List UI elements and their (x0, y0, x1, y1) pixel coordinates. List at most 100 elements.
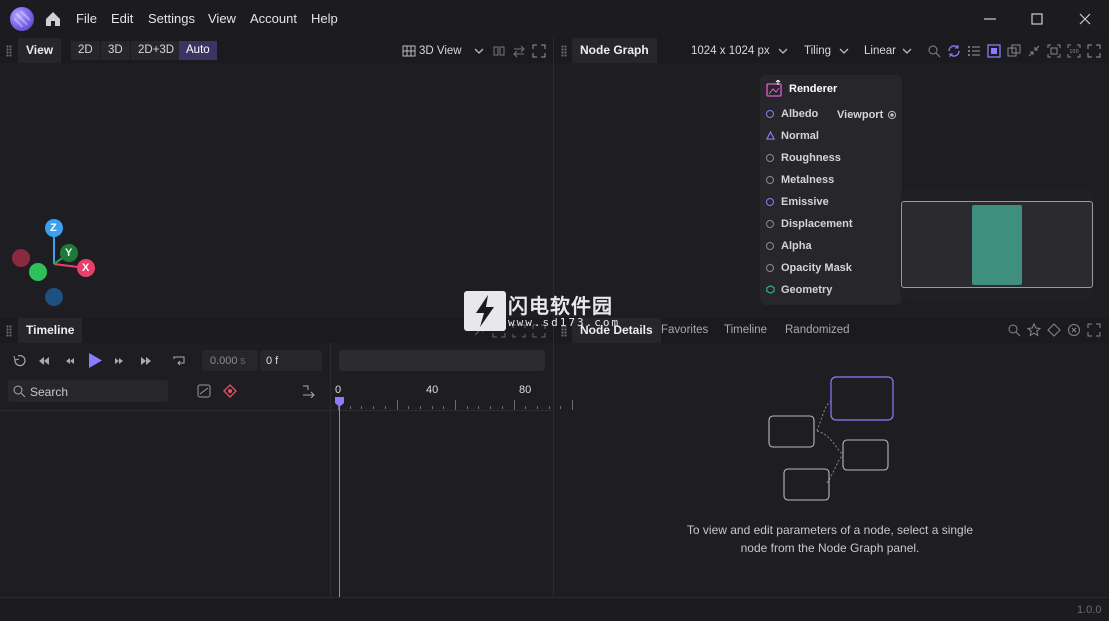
close-icon[interactable] (1075, 9, 1095, 29)
ruler-tick (536, 406, 538, 409)
skip-forward-icon[interactable] (139, 354, 153, 368)
collapse-icon[interactable] (1027, 44, 1041, 58)
navigator-node-preview (972, 205, 1022, 285)
timeline-track-divider (0, 410, 553, 411)
node-input-emissive[interactable]: Emissive (766, 196, 829, 214)
axis-neg-y-icon (29, 263, 47, 281)
empty-state-line-1: To view and edit parameters of a node, s… (686, 523, 974, 537)
maximize-icon[interactable] (1027, 9, 1047, 29)
ruler-tick (361, 406, 363, 409)
fullscreen-icon[interactable] (1087, 323, 1101, 337)
keyframe-icon[interactable] (223, 384, 237, 398)
fullscreen-icon[interactable] (1087, 44, 1101, 58)
fullscreen-icon[interactable] (532, 44, 546, 58)
curve-editor-icon[interactable] (197, 384, 211, 398)
play-icon[interactable] (87, 352, 103, 369)
drag-handle-icon[interactable] (6, 325, 12, 337)
app-logo-icon (10, 7, 34, 31)
chevron-down-icon[interactable] (900, 44, 914, 58)
list-icon[interactable] (967, 44, 981, 58)
node-input-metalness[interactable]: Metalness (766, 174, 834, 192)
diamond-icon[interactable] (1047, 323, 1061, 337)
grid-icon (402, 45, 416, 57)
search-input[interactable]: Search (30, 385, 68, 399)
view-select[interactable]: 3D View (419, 45, 462, 57)
timeline-divider[interactable] (330, 343, 331, 597)
node-input-normal[interactable]: Normal (765, 130, 819, 148)
node-input-alpha[interactable]: Alpha (766, 240, 812, 258)
ruler-tick (443, 406, 445, 409)
node-input-albedo[interactable]: Albedo (766, 108, 818, 126)
tab-view[interactable]: View (18, 38, 62, 63)
frame-all-icon[interactable] (1047, 44, 1061, 58)
tab-timeline-details[interactable]: Timeline (724, 324, 767, 336)
loop-icon[interactable] (172, 354, 186, 368)
menu-file[interactable]: File (76, 11, 97, 26)
tab-favorites[interactable]: Favorites (661, 324, 708, 336)
axis-x-label: X (82, 262, 90, 274)
ruler-tick (349, 406, 351, 409)
search-icon[interactable] (1007, 323, 1021, 337)
chevron-down-icon[interactable] (472, 44, 486, 58)
add-track-icon[interactable] (301, 384, 315, 398)
home-icon[interactable] (44, 10, 62, 28)
reset-icon[interactable] (12, 354, 26, 368)
ruler-tick (384, 406, 386, 409)
watermark-text: 闪电软件园 (508, 296, 613, 318)
interpolation-select[interactable]: Linear (864, 45, 896, 57)
watermark-url: www.sd173.com (508, 316, 621, 329)
ruler-tick (466, 406, 468, 409)
playhead-line (339, 407, 340, 597)
step-back-icon[interactable] (63, 354, 77, 368)
menu-account[interactable]: Account (250, 11, 297, 26)
mode-3d-button[interactable]: 3D (101, 41, 130, 60)
resolution-select[interactable]: 1024 x 1024 px (691, 45, 770, 57)
drag-handle-icon[interactable] (561, 45, 567, 57)
swap-icon[interactable] (512, 44, 526, 58)
panel-divider[interactable] (553, 38, 554, 318)
ruler-tick (396, 400, 398, 410)
chevron-down-icon[interactable] (776, 44, 790, 58)
step-forward-icon[interactable] (112, 354, 126, 368)
ruler-label-40: 40 (426, 384, 439, 396)
timeline-range-bar[interactable] (339, 350, 545, 371)
menu-settings[interactable]: Settings (148, 11, 195, 26)
mode-2d3d-button[interactable]: 2D+3D (131, 41, 182, 60)
tab-randomized[interactable]: Randomized (785, 324, 850, 336)
ruler-tick (513, 400, 515, 410)
tab-timeline[interactable]: Timeline (18, 318, 83, 343)
refresh-icon[interactable] (947, 44, 961, 58)
menu-help[interactable]: Help (311, 11, 338, 26)
preview-toggle-icon[interactable] (987, 44, 1001, 58)
star-icon[interactable] (1027, 323, 1041, 337)
node-input-opacity-mask[interactable]: Opacity Mask (766, 262, 852, 280)
layers-icon[interactable] (1007, 44, 1021, 58)
skip-back-icon[interactable] (37, 354, 51, 368)
drag-handle-icon[interactable] (6, 45, 12, 57)
status-bar (0, 598, 1109, 621)
ruler-tick (455, 400, 456, 410)
compare-icon[interactable] (492, 44, 506, 58)
minimize-icon[interactable] (980, 9, 1000, 29)
menu-edit[interactable]: Edit (111, 11, 133, 26)
watermark-logo (464, 291, 506, 331)
zoom-100-icon[interactable]: 100 (1067, 44, 1081, 58)
tiling-select[interactable]: Tiling (804, 45, 831, 57)
search-icon[interactable] (927, 44, 941, 58)
viewport-output-port-icon[interactable] (887, 110, 897, 120)
node-input-roughness[interactable]: Roughness (766, 152, 841, 170)
node-input-displacement[interactable]: Displacement (766, 218, 853, 236)
panel-divider[interactable] (553, 318, 554, 597)
timeline-ruler[interactable] (338, 400, 573, 410)
time-unit: s (240, 355, 246, 367)
tab-node-graph[interactable]: Node Graph (572, 38, 657, 63)
search-icon (13, 385, 26, 398)
renderer-icon (766, 80, 782, 97)
mode-2d-button[interactable]: 2D (71, 41, 100, 60)
axis-neg-z-icon (45, 288, 63, 306)
chevron-down-icon[interactable] (837, 44, 851, 58)
randomize-icon[interactable] (1067, 323, 1081, 337)
menu-view[interactable]: View (208, 11, 236, 26)
mode-auto-button[interactable]: Auto (179, 41, 217, 60)
node-input-geometry[interactable]: Geometry (766, 284, 832, 302)
